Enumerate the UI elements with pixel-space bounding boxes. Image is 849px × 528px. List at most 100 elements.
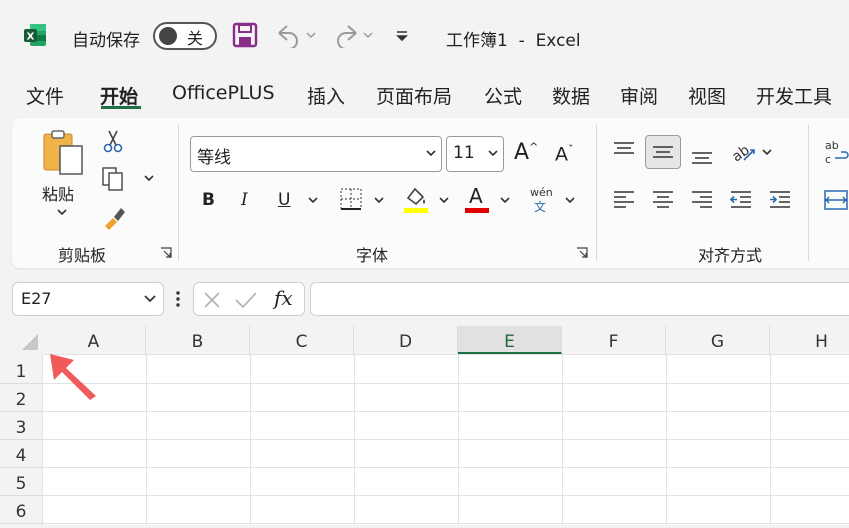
font-group-label: 字体 [356, 246, 389, 265]
borders-dropdown-icon[interactable] [373, 196, 385, 206]
align-right-icon[interactable] [689, 188, 715, 212]
phonetic-guide-button[interactable]: wén 文 [528, 186, 558, 214]
svg-text:X: X [27, 32, 35, 43]
formula-input[interactable] [310, 282, 849, 316]
grid-line [42, 354, 849, 355]
tab-formulas[interactable]: 公式 [484, 82, 522, 109]
font-color-dropdown-icon[interactable] [499, 196, 511, 206]
merge-center-icon[interactable] [823, 188, 849, 212]
enter-icon[interactable] [234, 290, 258, 310]
paste-icon[interactable] [40, 128, 86, 176]
group-separator [596, 125, 597, 261]
grid-line [42, 523, 849, 524]
column-header[interactable]: D [354, 326, 458, 354]
tab-page-layout[interactable]: 页面布局 [376, 82, 452, 109]
select-all-corner[interactable] [18, 332, 40, 352]
underline-dropdown-icon[interactable] [307, 196, 319, 206]
chevron-down-icon [426, 150, 436, 157]
excel-logo-icon: X [24, 24, 46, 46]
wrap-text-icon[interactable]: ab c [823, 138, 849, 168]
bold-button[interactable]: B [202, 190, 215, 210]
bottom-align-icon[interactable] [689, 145, 715, 167]
clipboard-group-label: 剪贴板 [58, 246, 107, 265]
annotation-arrow-icon [50, 354, 96, 400]
svg-text:ab: ab [825, 139, 839, 152]
format-painter-icon[interactable] [101, 204, 127, 230]
svg-text:c: c [825, 153, 831, 166]
row-header[interactable]: 3 [0, 412, 42, 440]
save-icon[interactable] [232, 22, 258, 48]
column-header[interactable]: C [250, 326, 354, 354]
row-header[interactable]: 1 [0, 356, 42, 384]
column-header[interactable]: B [146, 326, 250, 354]
cut-icon[interactable] [102, 128, 124, 154]
autosave-toggle[interactable]: 关 [153, 22, 217, 50]
increase-font-size-icon[interactable]: A^ [514, 140, 538, 165]
copy-icon[interactable] [100, 166, 128, 192]
tab-insert[interactable]: 插入 [307, 82, 345, 109]
font-color-swatch [465, 208, 489, 213]
borders-icon[interactable] [338, 186, 364, 212]
italic-button[interactable]: I [241, 190, 248, 210]
orientation-icon[interactable]: ab [728, 138, 758, 166]
font-size-combo[interactable]: 11 [446, 136, 504, 172]
insert-function-button[interactable]: fx [274, 286, 293, 310]
tab-home[interactable]: 开始 [100, 82, 138, 109]
redo-icon[interactable] [330, 22, 376, 48]
font-launcher-icon[interactable] [576, 247, 588, 259]
tab-view[interactable]: 视图 [688, 82, 726, 109]
row-header[interactable]: 2 [0, 384, 42, 412]
clipboard-launcher-icon[interactable] [160, 247, 172, 259]
grid-line [42, 467, 849, 468]
row-header[interactable]: 6 [0, 496, 42, 524]
fill-color-dropdown-icon[interactable] [438, 196, 450, 206]
align-center-icon[interactable] [650, 188, 676, 212]
phonetic-dropdown-icon[interactable] [564, 196, 576, 206]
chevron-down-icon [488, 150, 498, 157]
decrease-font-size-icon[interactable]: Aˇ [555, 143, 574, 165]
tab-file[interactable]: 文件 [26, 82, 64, 109]
font-color-button[interactable]: A [464, 184, 492, 214]
grid-line [42, 439, 849, 440]
row-header[interactable]: 5 [0, 468, 42, 496]
formula-actions: fx [193, 282, 305, 316]
cancel-icon[interactable] [202, 290, 222, 310]
row-header[interactable]: 4 [0, 440, 42, 468]
toggle-knob [159, 27, 177, 45]
align-left-icon[interactable] [611, 188, 637, 212]
name-box-value: E27 [21, 289, 52, 308]
tab-developer[interactable]: 开发工具 [756, 82, 832, 109]
orientation-dropdown-icon[interactable] [761, 148, 773, 158]
grid-line [42, 383, 849, 384]
customize-qat-icon[interactable] [394, 28, 410, 44]
more-options-icon[interactable] [174, 289, 182, 309]
copy-dropdown-icon[interactable] [142, 174, 156, 184]
undo-icon[interactable] [273, 22, 319, 48]
tab-review[interactable]: 审阅 [620, 82, 658, 109]
group-separator [178, 125, 179, 261]
column-header[interactable]: F [562, 326, 666, 354]
tab-officeplus[interactable]: OfficePLUS [172, 82, 275, 104]
decrease-indent-icon[interactable] [728, 188, 754, 212]
paste-label[interactable]: 粘贴 [42, 181, 74, 205]
alignment-group-label: 对齐方式 [698, 246, 763, 265]
column-header-selected[interactable]: E [458, 326, 562, 354]
font-name-combo[interactable]: 等线 [190, 136, 442, 172]
increase-indent-icon[interactable] [767, 188, 793, 212]
top-align-icon[interactable] [611, 140, 637, 162]
fill-color-icon[interactable] [402, 184, 430, 214]
font-size-value: 11 [453, 143, 475, 163]
chevron-down-icon [144, 295, 156, 303]
name-box[interactable]: E27 [12, 282, 164, 316]
phonetic-bottom-text: 文 [534, 200, 547, 214]
group-separator [808, 125, 809, 261]
column-header[interactable]: G [666, 326, 770, 354]
paste-dropdown-icon[interactable] [55, 208, 69, 218]
column-header[interactable]: H [770, 326, 849, 354]
autosave-state: 关 [187, 29, 204, 48]
middle-align-button[interactable] [645, 135, 681, 169]
autosave-label: 自动保存 [72, 31, 140, 51]
tab-data[interactable]: 数据 [552, 82, 590, 109]
window-title: 工作簿1 - Excel [446, 31, 581, 51]
underline-button[interactable]: U [278, 190, 290, 210]
